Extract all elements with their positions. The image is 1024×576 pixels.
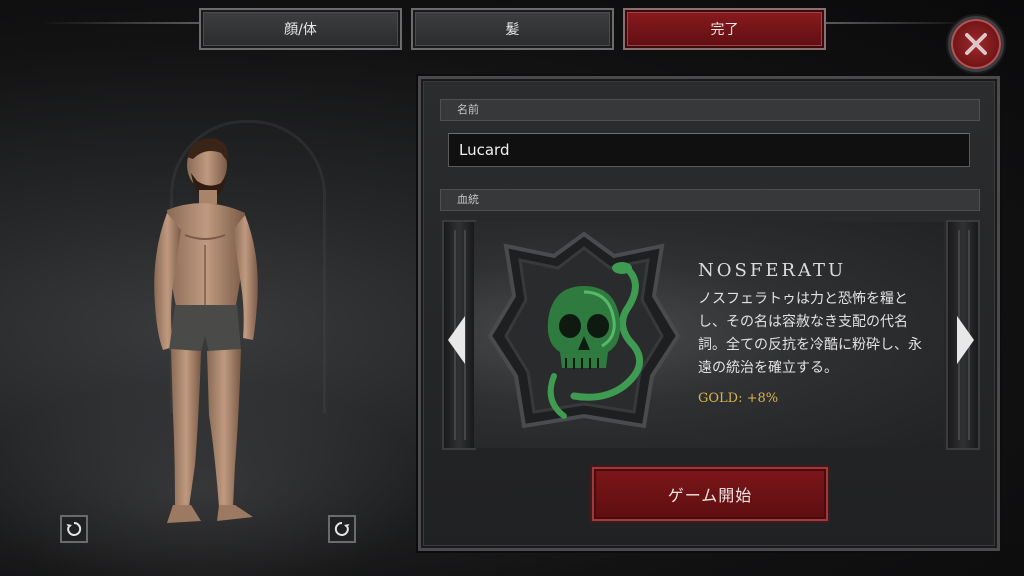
bloodline-description: ノスフェラトゥは力と恐怖を糧とし、その名は容赦なき支配の代名詞。全ての反抗を冷酷… xyxy=(698,291,922,376)
ornament-right xyxy=(826,22,976,24)
next-bloodline-arrow[interactable] xyxy=(957,316,974,364)
ornament-left xyxy=(40,22,200,24)
previous-bloodline-arrow[interactable] xyxy=(448,316,465,364)
name-section-label: 名前 xyxy=(440,99,980,121)
start-game-label: ゲーム開始 xyxy=(667,486,753,505)
green-skull-serpent-crest-icon xyxy=(487,231,681,429)
close-button[interactable] xyxy=(948,16,1004,72)
name-input[interactable]: Lucard xyxy=(448,133,970,167)
tab-hair-label: 髪 xyxy=(505,22,520,38)
start-game-button[interactable]: ゲーム開始 xyxy=(590,465,830,523)
tab-complete-label: 完了 xyxy=(710,22,739,38)
close-x-icon xyxy=(965,33,987,55)
tab-face-body-label: 顔/体 xyxy=(284,22,317,38)
bloodline-bonus: GOLD: +8% xyxy=(698,391,779,406)
rotate-right-icon xyxy=(334,521,350,536)
tab-face-body[interactable]: 顔/体 xyxy=(199,8,402,50)
rotate-right-button[interactable] xyxy=(328,515,356,543)
bloodline-name: NOSFERATU xyxy=(698,260,847,281)
rotate-left-icon xyxy=(66,521,82,536)
bloodline-section-label: 血統 xyxy=(440,189,980,211)
tab-complete[interactable]: 完了 xyxy=(623,8,826,50)
tab-hair[interactable]: 髪 xyxy=(411,8,614,50)
character-model[interactable] xyxy=(145,135,265,530)
rotate-left-button[interactable] xyxy=(60,515,88,543)
